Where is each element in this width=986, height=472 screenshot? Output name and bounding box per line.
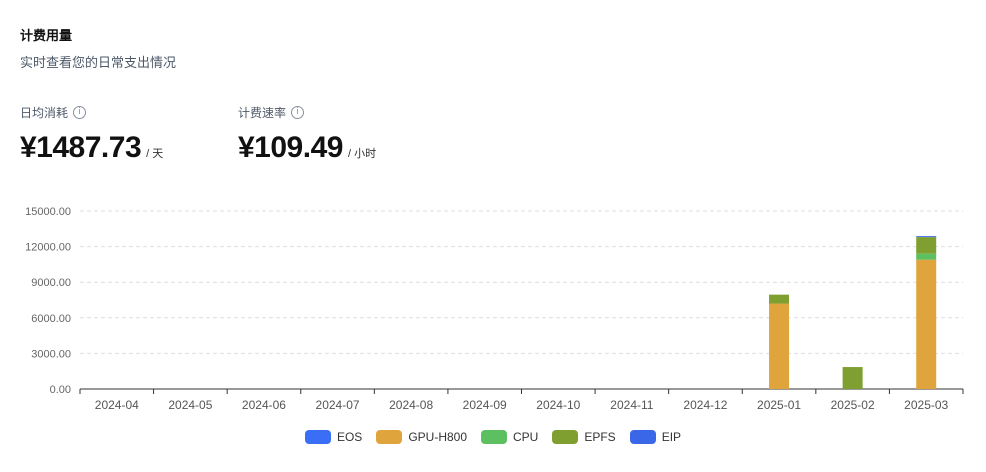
bar-epfs [916, 237, 937, 254]
bar-eip [916, 236, 937, 238]
legend-swatch [376, 430, 403, 444]
x-tick-label: 2024-04 [95, 398, 139, 412]
x-tick-label: 2024-09 [463, 398, 507, 412]
x-tick-label: 2024-06 [242, 398, 286, 412]
y-tick-label: 9000.00 [31, 277, 71, 289]
legend-item-cpu[interactable]: CPU [481, 430, 538, 444]
x-tick-label: 2024-10 [536, 398, 580, 412]
x-tick-label: 2025-03 [904, 398, 948, 412]
legend-swatch [629, 430, 656, 444]
legend-label: EIP [661, 430, 682, 444]
usage-bar-chart: 15000.00 12000.00 9000.00 6000.00 3000.00 0.0… [25, 206, 964, 412]
metric-daily-average: 日均消耗 i ¥1487.73 / 天 [20, 104, 163, 165]
metric-unit: / 小时 [347, 148, 377, 160]
legend-item-eip[interactable]: EIP [629, 430, 682, 444]
bar-cpu [916, 253, 937, 260]
legend-label: EOS [336, 430, 363, 444]
legend-item-epfs[interactable]: EPFS [552, 430, 616, 444]
metric-unit: / 天 [146, 148, 164, 160]
y-tick-label: 15000.00 [25, 206, 71, 218]
metric-label: 日均消耗 [20, 106, 69, 120]
y-tick-label: 0.00 [50, 384, 71, 396]
page-subtitle: 实时查看您的日常支出情况 [20, 55, 177, 70]
legend-label: GPU-H800 [408, 430, 467, 444]
legend-swatch [481, 430, 507, 444]
bar-epfs [769, 294, 790, 304]
metric-value: ¥109.49 [238, 131, 343, 164]
x-tick-label: 2024-12 [683, 398, 727, 412]
legend-swatch [304, 430, 331, 444]
legend-label: EPFS [584, 430, 616, 444]
x-tick-label: 2025-01 [757, 398, 801, 412]
metric-label: 计费速率 [238, 106, 287, 120]
legend-label: CPU [513, 430, 539, 444]
x-tick-label: 2024-05 [168, 398, 212, 412]
legend-item-eos[interactable]: EOS [304, 430, 363, 444]
bar-gpu-h800 [769, 303, 790, 389]
x-tick-label: 2024-08 [389, 398, 433, 412]
page-title: 计费用量 [20, 28, 73, 43]
chart-legend: EOS GPU-H800 CPU EPFS EIP [0, 430, 986, 444]
legend-swatch [552, 430, 579, 444]
x-tick-label: 2024-07 [316, 398, 360, 412]
y-tick-label: 6000.00 [31, 313, 71, 325]
bar-gpu-h800 [916, 259, 937, 389]
metric-value: ¥1487.73 [20, 131, 142, 164]
legend-item-gpu-h800[interactable]: GPU-H800 [376, 430, 467, 444]
y-tick-label: 3000.00 [31, 348, 71, 360]
info-icon[interactable]: i [291, 106, 305, 119]
x-tick-label: 2024-11 [610, 398, 653, 412]
y-tick-label: 12000.00 [25, 242, 71, 254]
metric-billing-rate: 计费速率 i ¥109.49 / 小时 [238, 104, 376, 165]
x-tick-label: 2025-02 [831, 398, 875, 412]
info-icon[interactable]: i [73, 106, 87, 119]
bar-epfs [842, 367, 863, 389]
